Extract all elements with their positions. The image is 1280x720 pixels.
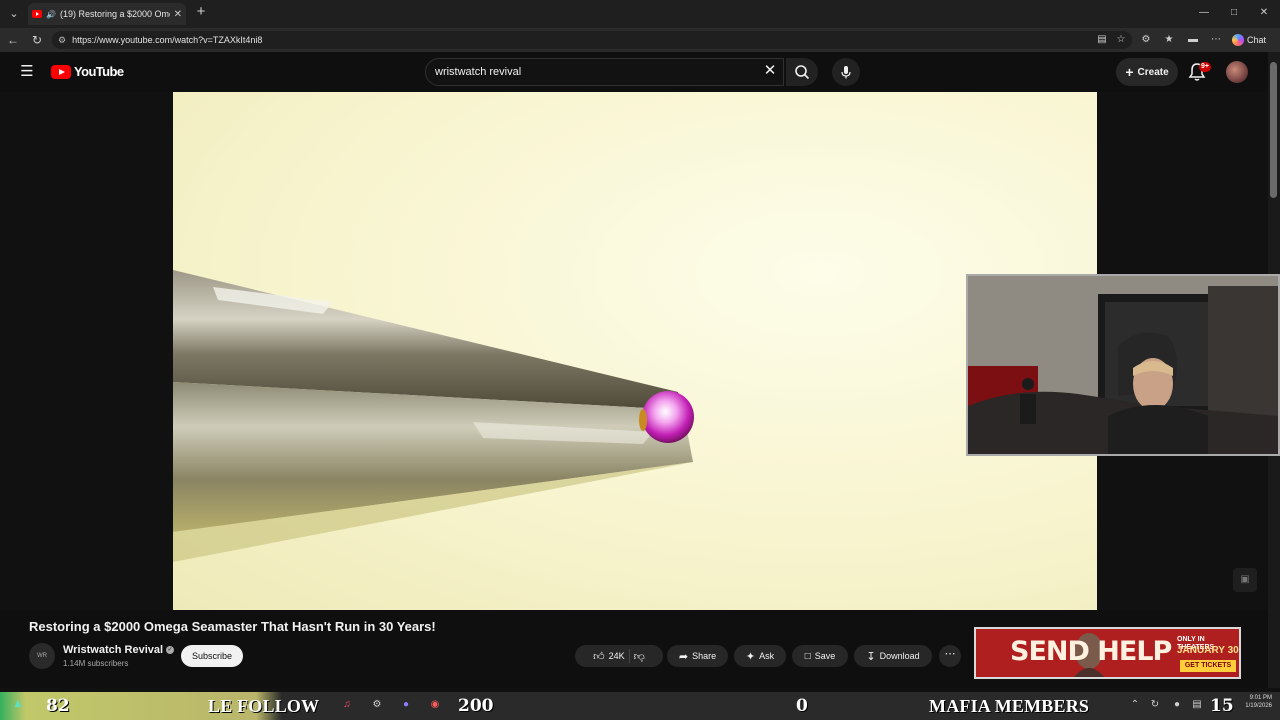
youtube-favicon-icon [32, 10, 42, 18]
favorites-icon[interactable]: ★ [1162, 33, 1176, 47]
webcam-scene-image [968, 276, 1278, 454]
video-title: Restoring a $2000 Omega Seamaster That H… [29, 619, 436, 634]
ad-line2: JANUARY 30 [1177, 645, 1239, 656]
subscribe-button[interactable]: Subscribe [181, 645, 243, 667]
tweezers-with-ruby-image [173, 270, 694, 562]
channel-avatar[interactable]: WR [29, 643, 55, 669]
discord-app-icon[interactable]: ● [399, 698, 413, 712]
favorite-star-icon[interactable]: ☆ [1114, 33, 1128, 47]
window-close-icon[interactable]: ✕ [1256, 5, 1272, 21]
create-button[interactable]: + Create [1116, 58, 1178, 86]
account-avatar[interactable] [1226, 61, 1248, 83]
copilot-chat-button[interactable]: Chat [1232, 32, 1266, 48]
tab-list-chevron-icon[interactable]: ⌄ [6, 6, 22, 22]
hamburger-menu-icon[interactable]: ☰ [18, 63, 36, 81]
share-label: Share [692, 651, 717, 661]
search-input[interactable]: wristwatch revival [425, 58, 784, 86]
share-button[interactable]: ➦ Share [667, 645, 728, 667]
address-bar[interactable]: ⚙ https://www.youtube.com/watch?v=TZAXkI… [52, 31, 1132, 49]
tray-chevron-icon[interactable]: ⌃ [1128, 698, 1142, 712]
scrollbar-thumb[interactable] [1270, 62, 1277, 198]
sync-icon[interactable]: ↻ [1148, 698, 1162, 712]
hud-stat-200: 200 [458, 696, 494, 716]
extension-icon[interactable]: ⚙ [1139, 33, 1153, 47]
download-label: Download [879, 651, 920, 661]
maximize-icon[interactable]: □ [1226, 5, 1242, 21]
like-dislike-group: 👍︎ 24K 👎︎ [575, 645, 663, 667]
player-letterbox-left [0, 92, 173, 610]
system-clock[interactable]: 9:01 PM 1/19/2026 [1232, 694, 1272, 710]
create-label: Create [1137, 66, 1169, 78]
like-button[interactable]: 👍︎ 24K [593, 650, 625, 663]
hud-mafia-label: MAFIA MEMBERS [929, 696, 1090, 716]
mic-tray-icon[interactable]: ● [1170, 698, 1184, 712]
thumbs-up-icon: 👍︎ [593, 650, 605, 663]
url-text: https://www.youtube.com/watch?v=TZAXkIt4… [72, 35, 263, 45]
clock-time: 9:01 PM [1249, 695, 1272, 701]
hud-stat-left: 82 [46, 696, 70, 716]
save-label: Save [814, 651, 836, 661]
save-button[interactable]: □ Save [792, 645, 848, 667]
thumbs-down-icon: 👎︎ [633, 650, 645, 663]
reload-icon[interactable]: ↻ [29, 32, 45, 48]
youtube-header: ☰ YouTube wristwatch revival ✕ + Create … [0, 52, 1280, 92]
bookmark-icon: □ [804, 650, 811, 662]
video-frame[interactable] [173, 92, 1097, 610]
tab-close-icon[interactable]: ✕ [174, 9, 182, 20]
search-button[interactable] [786, 58, 818, 86]
minimize-icon[interactable]: — [1196, 5, 1212, 21]
youtube-logo[interactable]: YouTube [51, 64, 124, 79]
copilot-icon [1232, 34, 1244, 46]
ask-label: Ask [759, 651, 775, 661]
channel-name: Wristwatch Revival [63, 644, 164, 656]
hud-stat-right: 15 [1210, 696, 1234, 716]
new-tab-icon[interactable]: + [193, 4, 209, 20]
pill-divider [628, 649, 630, 663]
plus-icon: + [1125, 64, 1134, 80]
more-actions-icon[interactable]: ⋯ [939, 645, 961, 667]
ad-banner[interactable]: SEND HELP ONLY IN THEATERS JANUARY 30 GE… [974, 627, 1241, 679]
settings-app-icon[interactable]: ⚙ [370, 698, 384, 712]
tab-title: (19) Restoring a $2000 Omeg [59, 9, 170, 19]
obs-app-icon[interactable]: ◉ [428, 698, 442, 712]
hud-logo-icon: ▲ [12, 696, 24, 710]
back-icon[interactable]: ← [5, 32, 21, 48]
voice-search-button[interactable] [832, 58, 860, 86]
browser-essentials-icon[interactable]: ▬ [1186, 33, 1200, 47]
ad-headline: SEND HELP [1010, 636, 1172, 667]
microphone-icon [841, 66, 851, 79]
clock-date: 1/19/2026 [1245, 703, 1272, 709]
channel-name-link[interactable]: Wristwatch Revival ✓ [63, 644, 175, 656]
download-button[interactable]: ↧ Download [854, 645, 932, 667]
like-count: 24K [608, 651, 625, 661]
ad-cta-button[interactable]: GET TICKETS [1180, 660, 1236, 672]
browser-tab-bar: ⌄ 🔊 (19) Restoring a $2000 Omeg ✕ + — □ … [0, 0, 1280, 28]
browser-toolbar: ← ↻ ⚙ https://www.youtube.com/watch?v=TZ… [0, 28, 1280, 52]
speaker-icon[interactable]: 🔊 [46, 10, 56, 19]
sparkle-icon: ✦ [745, 650, 756, 663]
site-info-icon[interactable]: ⚙ [58, 35, 66, 46]
streamer-webcam-overlay [966, 274, 1280, 456]
network-icon[interactable]: ▤ [1190, 698, 1204, 712]
chat-label: Chat [1247, 35, 1267, 45]
youtube-logo-text: YouTube [74, 64, 124, 79]
clear-search-icon[interactable]: ✕ [762, 63, 778, 79]
youtube-play-icon [51, 64, 71, 79]
verified-check-icon: ✓ [166, 646, 175, 654]
browser-tab-active[interactable]: 🔊 (19) Restoring a $2000 Omeg ✕ [28, 3, 186, 25]
music-app-icon[interactable]: ♫ [340, 698, 354, 712]
subscriber-count: 1.14M subscribers [63, 659, 129, 668]
dislike-button[interactable]: 👎︎ [634, 650, 645, 663]
hud-follow-text: LE FOLLOW [208, 696, 320, 716]
reader-view-icon[interactable]: ▤ [1095, 33, 1109, 47]
hud-stat-zero: 0 [796, 696, 808, 716]
search-icon [795, 65, 810, 80]
ask-button[interactable]: ✦ Ask [734, 645, 786, 667]
miniplayer-icon[interactable]: ▣ [1233, 568, 1257, 592]
share-icon: ➦ [678, 650, 689, 663]
notification-badge: 9+ [1199, 62, 1211, 72]
more-menu-icon[interactable]: ⋯ [1209, 33, 1223, 47]
download-icon: ↧ [866, 650, 876, 663]
search-input-value: wristwatch revival [435, 66, 522, 78]
